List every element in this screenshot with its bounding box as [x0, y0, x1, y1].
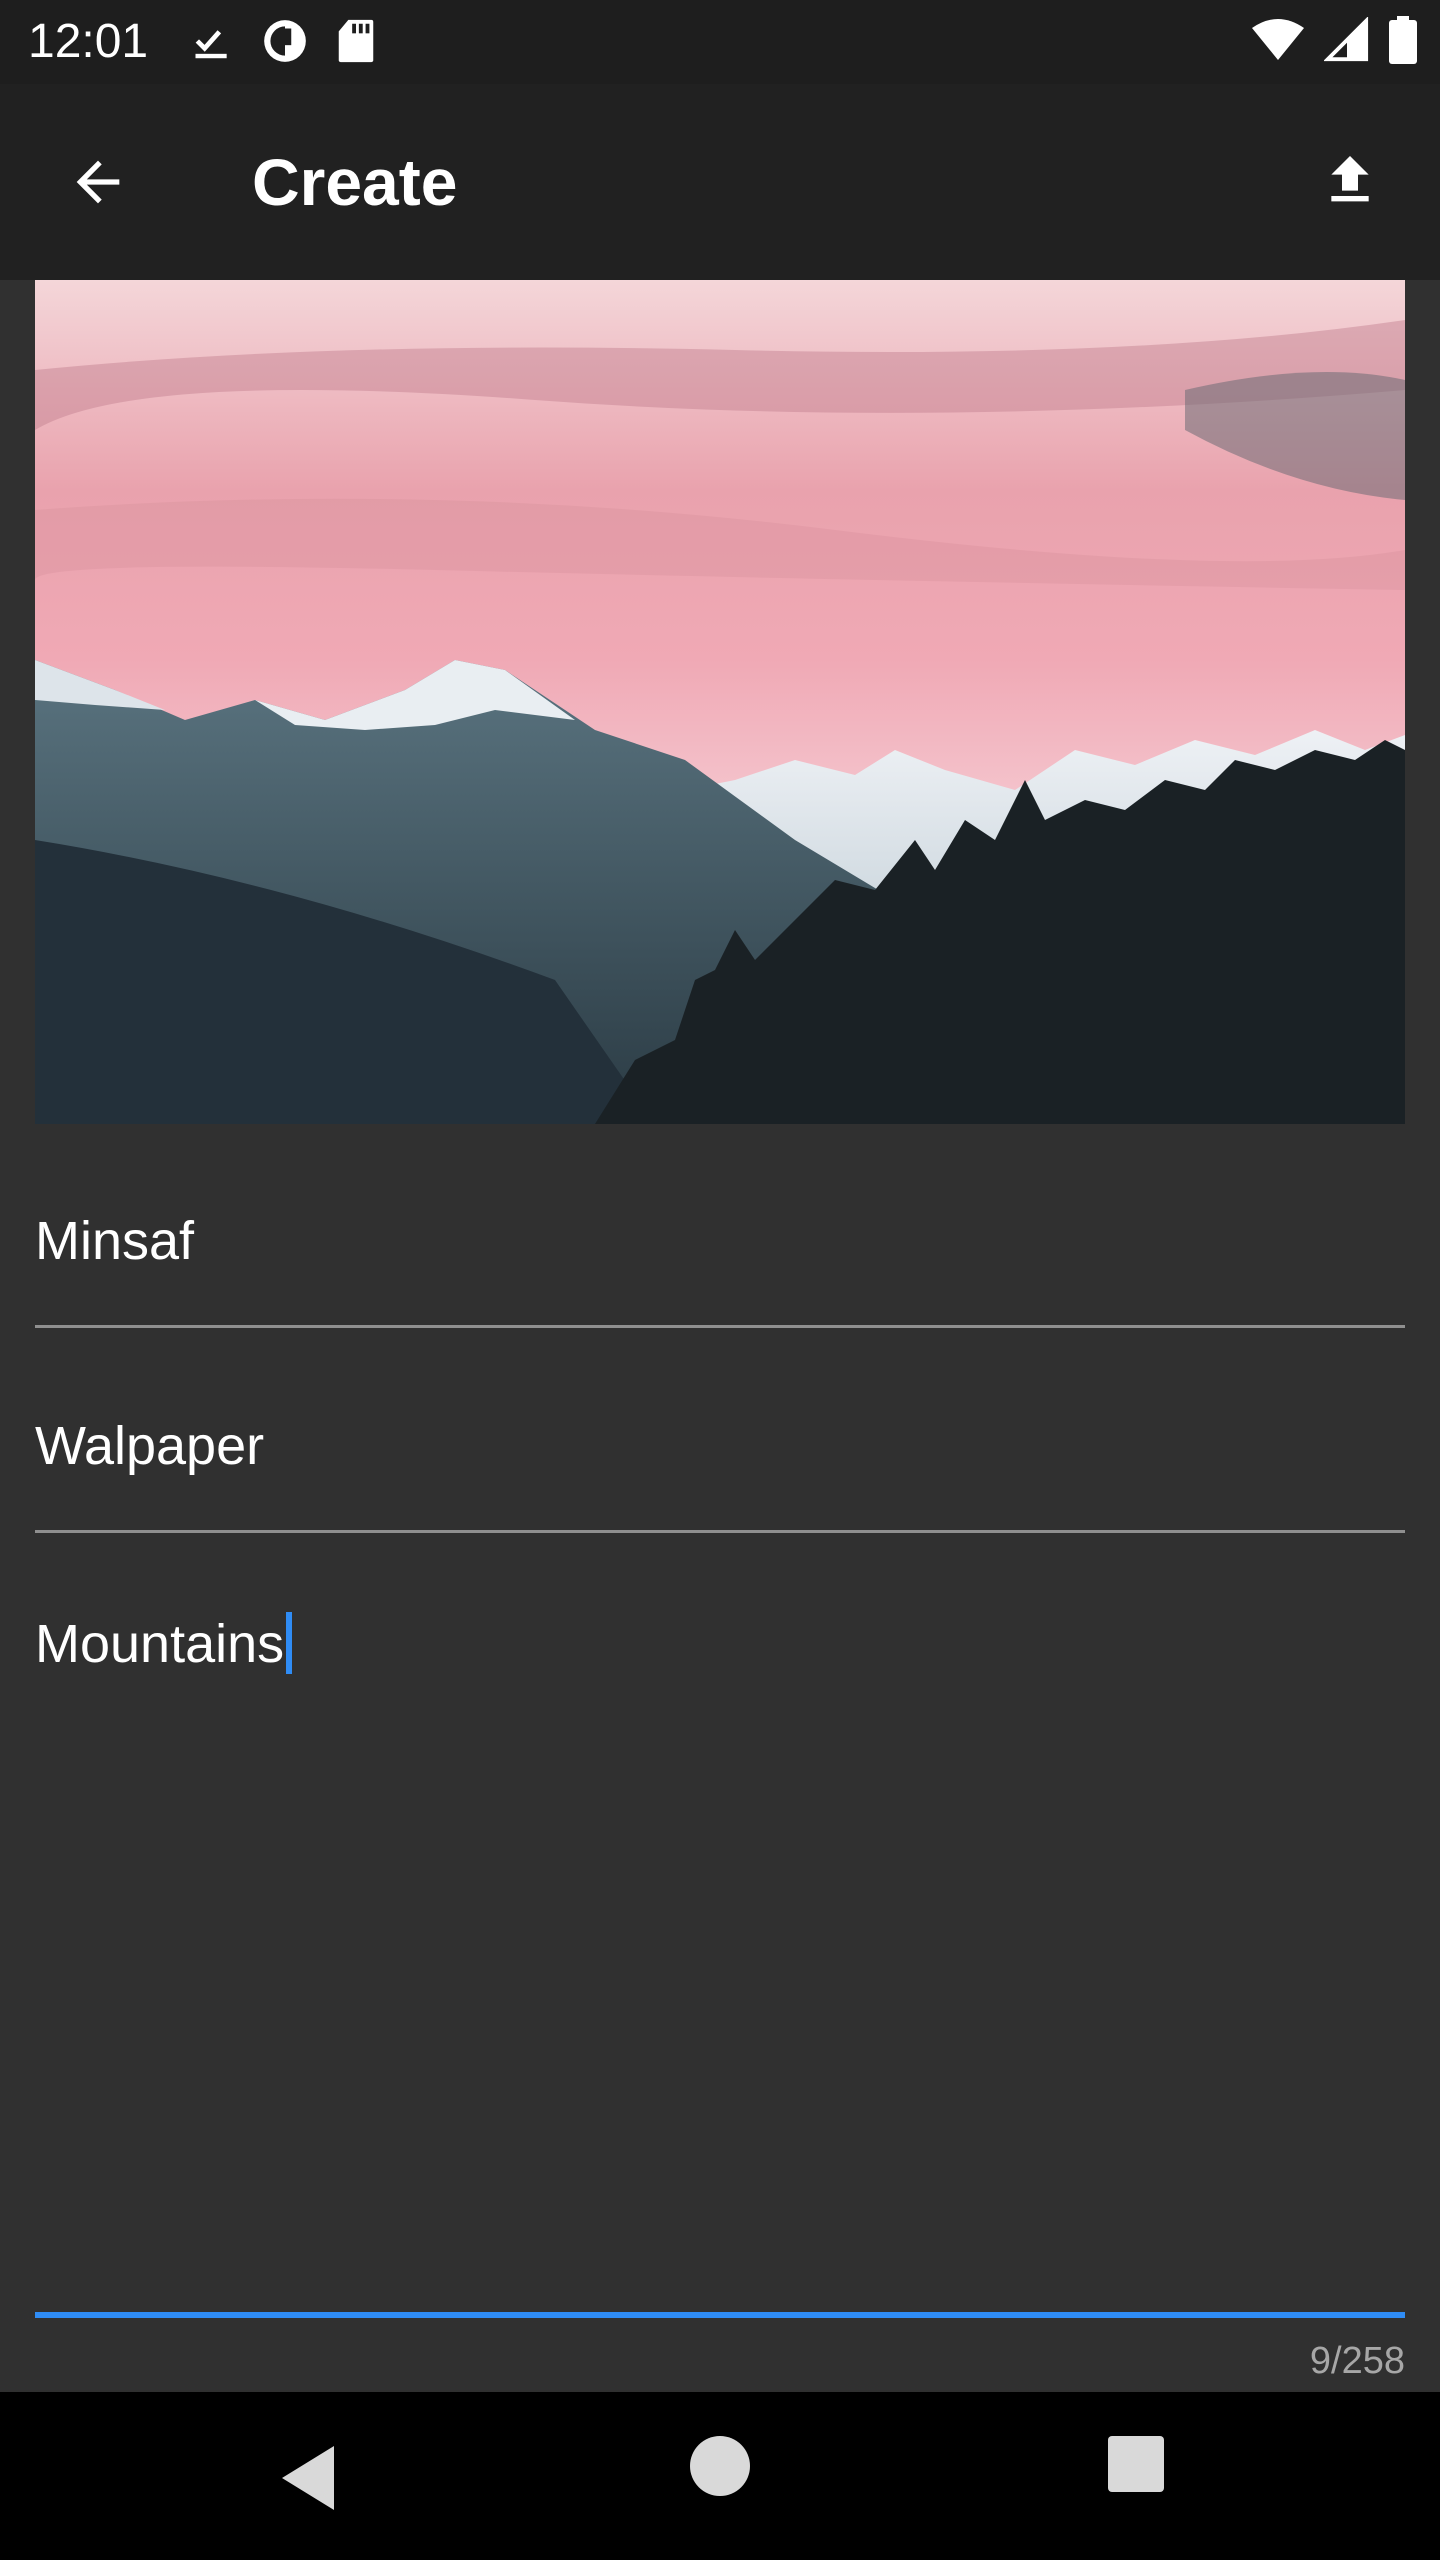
signal-icon	[1324, 17, 1369, 62]
nav-recents-icon[interactable]	[1108, 2436, 1164, 2492]
tags-field[interactable]: Mountains	[35, 1600, 1405, 2320]
battery-icon	[1389, 16, 1417, 64]
navigation-bar	[0, 2392, 1440, 2560]
creator-field[interactable]: Minsaf	[35, 1190, 1405, 1330]
sd-card-icon	[338, 19, 374, 63]
wifi-icon	[1252, 19, 1304, 60]
nav-back-icon[interactable]	[270, 2438, 350, 2518]
text-cursor	[286, 1612, 293, 1674]
wallpaper-image[interactable]	[35, 280, 1405, 1124]
category-underline	[35, 1530, 1405, 1533]
status-icons-left	[190, 16, 376, 66]
upload-icon	[1331, 156, 1369, 202]
check-download-icon	[195, 30, 227, 59]
status-icons-right	[1250, 16, 1418, 64]
page-title: Create	[252, 145, 458, 219]
category-input[interactable]: Walpaper	[35, 1415, 264, 1477]
tags-input[interactable]: Mountains	[35, 1612, 293, 1675]
creator-input[interactable]: Minsaf	[35, 1210, 194, 1272]
upload-button[interactable]	[1300, 130, 1400, 230]
creator-underline	[35, 1325, 1405, 1328]
app-bar: Create	[0, 84, 1440, 280]
category-field[interactable]: Walpaper	[35, 1395, 1405, 1535]
back-button[interactable]	[50, 134, 146, 230]
tags-underline-focused	[35, 2312, 1405, 2318]
status-time: 12:01	[28, 15, 149, 68]
arrow-back-icon	[76, 160, 120, 204]
nav-home-icon[interactable]	[690, 2436, 750, 2496]
mountains-sunset-photo	[35, 280, 1405, 1124]
status-bar: 12:01	[0, 0, 1440, 84]
data-saver-icon	[264, 20, 306, 62]
tags-input-text: Mountains	[35, 1614, 285, 1674]
character-counter: 9/258	[1309, 2340, 1405, 2382]
